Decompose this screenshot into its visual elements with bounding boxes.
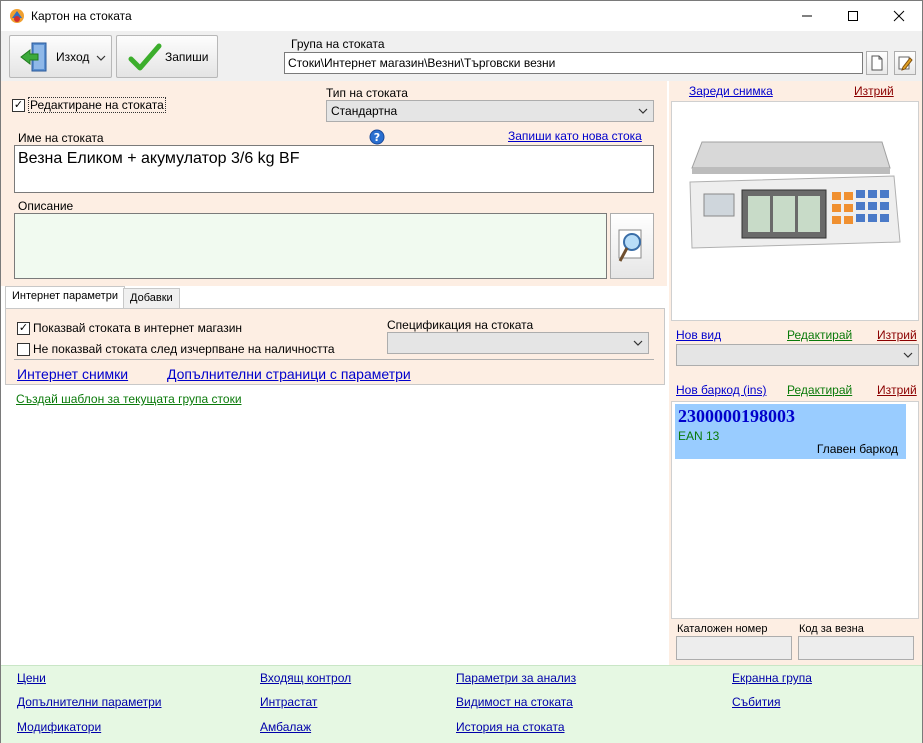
extra-params-link[interactable]: Допълнителни параметри xyxy=(17,695,162,709)
hide-when-out-label: Не показвай стоката след изчерпване на н… xyxy=(33,342,335,356)
tab-internet-params[interactable]: Интернет параметри xyxy=(5,286,125,308)
type-label: Тип на стоката xyxy=(326,86,408,100)
edit-group-button[interactable] xyxy=(894,51,916,75)
group-field[interactable]: Стоки\Интернет магазин\Везни\Търговски в… xyxy=(284,52,863,74)
name-label: Име на стоката xyxy=(18,131,104,145)
window-title: Картон на стоката xyxy=(31,9,132,23)
app-icon xyxy=(10,9,24,23)
internet-images-link[interactable]: Интернет снимки xyxy=(17,366,128,382)
edit-product-checkbox[interactable]: ✓ Редактиране на стоката xyxy=(12,97,166,113)
spec-select[interactable] xyxy=(387,332,649,354)
close-icon xyxy=(893,10,905,22)
hide-when-out-checkbox[interactable]: Не показвай стоката след изчерпване на н… xyxy=(17,342,335,356)
divider xyxy=(14,359,654,360)
description-label: Описание xyxy=(18,199,74,213)
extra-pages-link[interactable]: Допълнителни страници с параметри xyxy=(167,366,411,382)
svg-text:?: ? xyxy=(374,131,380,144)
checkmark-icon xyxy=(128,43,162,70)
events-link[interactable]: Събития xyxy=(732,695,780,709)
type-value: Стандартна xyxy=(331,104,398,118)
document-icon xyxy=(871,55,883,71)
spec-label: Спецификация на стоката xyxy=(387,318,534,332)
prices-link[interactable]: Цени xyxy=(17,671,46,685)
load-image-link[interactable]: Зареди снимка xyxy=(689,84,773,98)
delete-image-link[interactable]: Изтрий xyxy=(854,84,894,98)
new-barcode-link[interactable]: Нов баркод (ins) xyxy=(676,383,766,397)
visibility-link[interactable]: Видимост на стоката xyxy=(456,695,573,709)
exit-door-icon xyxy=(20,42,47,71)
exit-button[interactable]: Изход xyxy=(9,35,112,78)
hide-when-out-checkbox-box[interactable] xyxy=(17,342,30,356)
barcode-type: EAN 13 xyxy=(678,429,720,443)
scale-code-label: Код за везна xyxy=(799,623,864,635)
new-view-link[interactable]: Нов вид xyxy=(676,328,721,342)
magnifier-icon xyxy=(618,229,642,262)
right-pane: Зареди снимка Изтрий Нов вид Редактирай … xyxy=(669,81,922,665)
intrastat-link[interactable]: Интрастат xyxy=(260,695,317,709)
incoming-control-link[interactable]: Входящ контрол xyxy=(260,671,351,685)
exit-label: Изход xyxy=(56,49,90,64)
show-in-shop-label: Показвай стоката в интернет магазин xyxy=(33,321,243,335)
barcode-list[interactable]: 2300000198003 EAN 13 Главен баркод xyxy=(671,401,919,619)
save-label: Запиши xyxy=(165,49,209,64)
group-label: Група на стоката xyxy=(291,37,385,51)
delete-barcode-link[interactable]: Изтрий xyxy=(877,383,917,397)
save-button[interactable]: Запиши xyxy=(116,35,218,78)
packaging-link[interactable]: Амбалаж xyxy=(260,720,311,734)
view-select[interactable] xyxy=(676,344,919,366)
new-group-button[interactable] xyxy=(866,51,888,75)
product-name-field[interactable]: Везна Еликом + акумулатор 3/6 kg BF xyxy=(14,145,654,193)
history-link[interactable]: История на стоката xyxy=(456,720,565,734)
chevron-down-icon xyxy=(96,55,106,61)
barcode-note: Главен баркод xyxy=(816,442,898,456)
bottom-links-panel: Цени Допълнителни параметри Модификатори… xyxy=(1,665,922,743)
create-template-link[interactable]: Създай шаблон за текущата група стоки xyxy=(16,392,242,406)
internet-params-panel: ✓ Показвай стоката в интернет магазин Не… xyxy=(5,308,665,385)
edit-product-checkbox-box[interactable]: ✓ xyxy=(12,98,25,112)
tab-additions[interactable]: Добавки xyxy=(123,288,180,308)
show-in-shop-checkbox-box[interactable]: ✓ xyxy=(17,321,30,335)
minimize-button[interactable] xyxy=(784,1,830,31)
help-icon[interactable]: ? xyxy=(369,129,385,145)
modifiers-link[interactable]: Модификатори xyxy=(17,720,101,734)
description-editor-button[interactable] xyxy=(610,213,654,279)
type-select[interactable]: Стандартна xyxy=(326,100,654,122)
minimize-icon xyxy=(802,15,812,17)
product-image xyxy=(671,101,919,321)
description-field[interactable] xyxy=(14,213,607,279)
chevron-down-icon xyxy=(633,340,643,346)
edit-barcode-link[interactable]: Редактирай xyxy=(787,383,852,397)
barcode-list-item[interactable]: 2300000198003 EAN 13 Главен баркод xyxy=(675,404,906,459)
maximize-button[interactable] xyxy=(830,1,876,31)
maximize-icon xyxy=(848,11,858,21)
product-card-window: Картон на стоката Изход Запиши Група на … xyxy=(0,0,923,743)
edit-area: ✓ Редактиране на стоката Тип на стоката … xyxy=(1,81,667,286)
catalog-number-field[interactable] xyxy=(676,636,792,660)
chevron-down-icon xyxy=(638,108,648,114)
scale-code-field[interactable] xyxy=(798,636,914,660)
screen-group-link[interactable]: Екранна група xyxy=(732,671,812,685)
analysis-params-link[interactable]: Параметри за анализ xyxy=(456,671,576,685)
catalog-label: Каталожен номер xyxy=(677,623,768,635)
chevron-down-icon xyxy=(903,352,913,358)
left-pane: ✓ Редактиране на стоката Тип на стоката … xyxy=(1,81,667,665)
edit-product-label: Редактиране на стоката xyxy=(28,97,166,113)
barcode-code: 2300000198003 xyxy=(678,406,795,426)
tab-bar: Интернет параметри Добавки xyxy=(1,286,667,308)
save-as-new-link[interactable]: Запиши като нова стока xyxy=(508,129,642,143)
edit-view-link[interactable]: Редактирай xyxy=(787,328,852,342)
close-button[interactable] xyxy=(876,1,922,31)
edit-pencil-icon xyxy=(898,56,913,71)
title-bar: Картон на стоката xyxy=(1,1,922,31)
delete-view-link[interactable]: Изтрий xyxy=(877,328,917,342)
show-in-shop-checkbox[interactable]: ✓ Показвай стоката в интернет магазин xyxy=(17,321,242,335)
scale-image xyxy=(689,141,901,249)
